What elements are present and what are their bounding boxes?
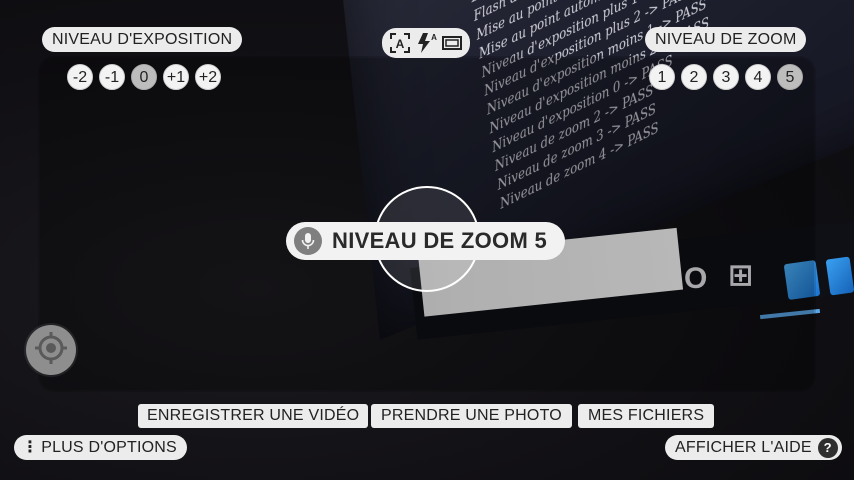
record-video-button[interactable]: ENREGISTRER UNE VIDÉO [138, 404, 369, 428]
help-icon: ? [817, 437, 838, 458]
aspect-ratio-icon[interactable] [441, 32, 463, 54]
exposure-level-plus-1[interactable]: +1 [163, 64, 189, 90]
svg-text:A: A [396, 37, 405, 51]
microphone-icon [294, 227, 322, 255]
zoom-level-5[interactable]: 5 [777, 64, 803, 90]
exposure-level-minus-2[interactable]: -2 [67, 64, 93, 90]
crosshair-icon [34, 331, 68, 370]
zoom-level-3[interactable]: 3 [713, 64, 739, 90]
focus-target-button[interactable] [26, 325, 76, 375]
more-vertical-icon: ⋮ [22, 439, 39, 456]
voice-command-toast: NIVEAU DE ZOOM 5 [286, 222, 566, 260]
zoom-level-2[interactable]: 2 [681, 64, 707, 90]
zoom-title: NIVEAU DE ZOOM [645, 27, 807, 52]
zoom-level-1[interactable]: 1 [649, 64, 675, 90]
flash-auto-label: A [431, 33, 437, 42]
flash-auto-icon[interactable]: A [415, 32, 437, 54]
exposure-level-minus-1[interactable]: -1 [99, 64, 125, 90]
more-options-button[interactable]: ⋮ PLUS D'OPTIONS [14, 435, 187, 460]
show-help-button[interactable]: AFFICHER L'AIDE? [665, 435, 842, 460]
my-files-button[interactable]: MES FICHIERS [578, 404, 715, 428]
zoom-level-4[interactable]: 4 [745, 64, 771, 90]
more-options-label: PLUS D'OPTIONS [41, 439, 177, 456]
toast-text: NIVEAU DE ZOOM 5 [332, 228, 548, 253]
take-photo-button[interactable]: PRENDRE UNE PHOTO [371, 404, 572, 428]
exposure-level-0[interactable]: 0 [131, 64, 157, 90]
exposure-level-plus-2[interactable]: +2 [195, 64, 221, 90]
app-icon [825, 256, 854, 296]
quick-settings: A A [382, 28, 470, 58]
show-help-label: AFFICHER L'AIDE [675, 439, 812, 456]
exposure-title: NIVEAU D'EXPOSITION [42, 27, 243, 52]
auto-focus-icon[interactable]: A [389, 32, 411, 54]
